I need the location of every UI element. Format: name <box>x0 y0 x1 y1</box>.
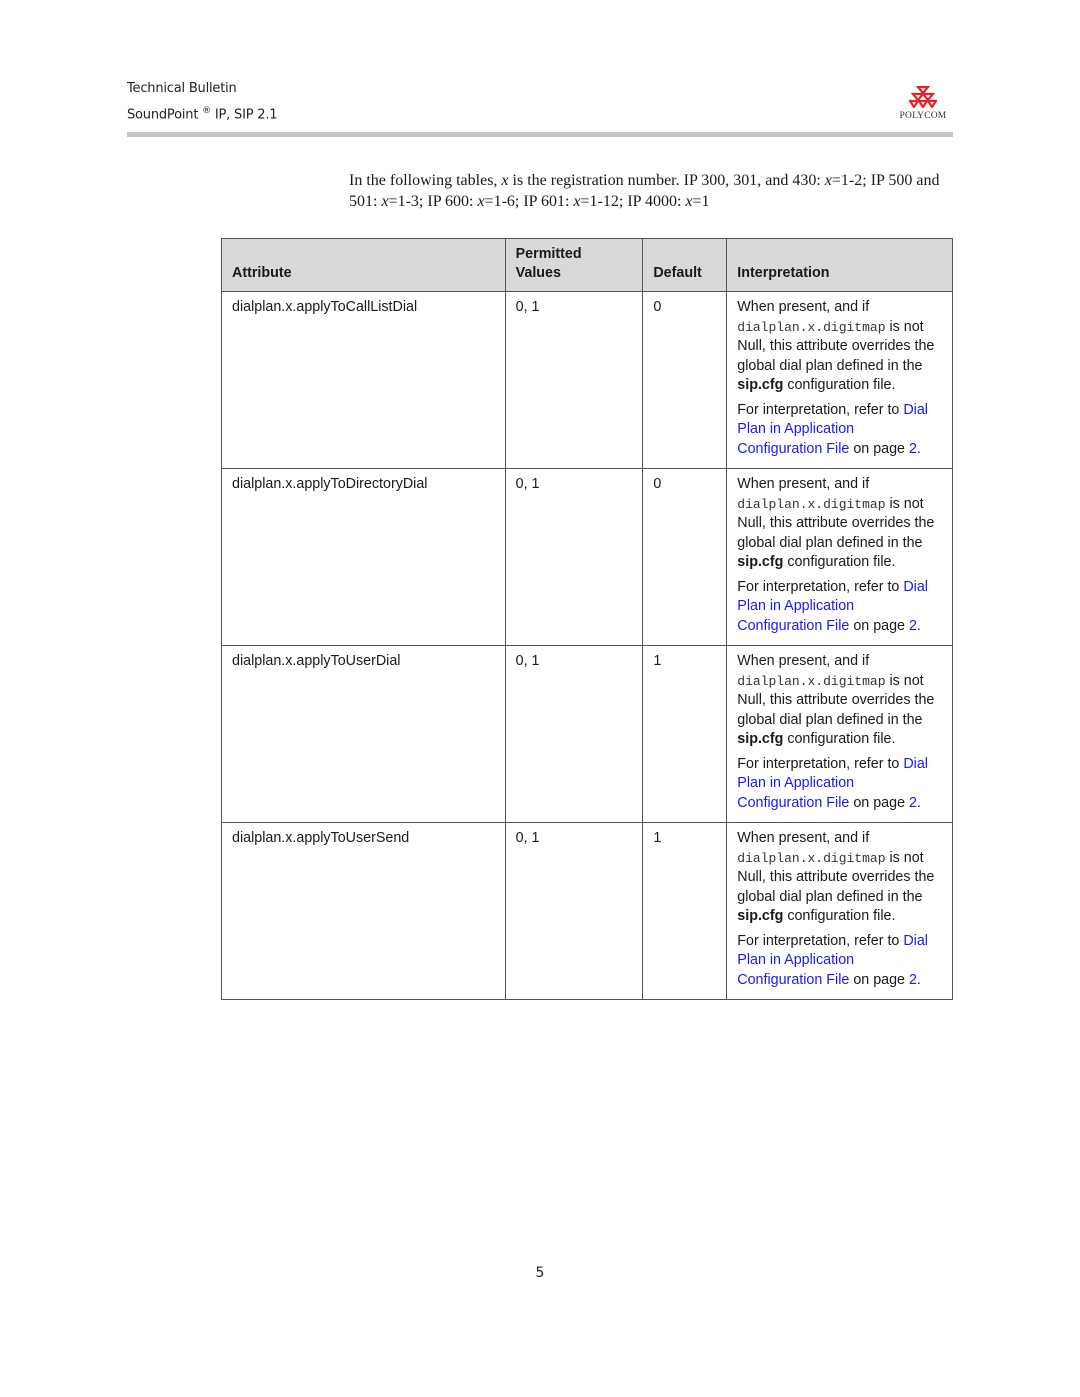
default-value: 1 <box>642 822 728 1000</box>
dialplan-attributes-table: Attribute Permitted Values Default Interp… <box>221 238 953 1000</box>
interpretation: When present, and if dialplan.x.digitmap… <box>726 822 953 1000</box>
interpretation-reference: For interpretation, refer to Dial Plan i… <box>737 578 928 634</box>
interpretation-reference: For interpretation, refer to Dial Plan i… <box>737 401 928 457</box>
table-row: dialplan.x.applyToCallListDial 0, 1 0 Wh… <box>221 291 953 469</box>
attribute-name: dialplan.x.applyToUserDial <box>221 645 506 823</box>
interpretation-reference: For interpretation, refer to Dial Plan i… <box>737 755 928 811</box>
interpretation-reference: For interpretation, refer to Dial Plan i… <box>737 932 928 988</box>
attribute-name: dialplan.x.applyToDirectoryDial <box>221 468 506 646</box>
interpretation-text: When present, and if dialplan.x.digitmap… <box>737 653 935 747</box>
product-line: SoundPoint ® IP, SIP 2.1 <box>127 106 278 123</box>
page-link[interactable]: 2 <box>909 795 917 811</box>
page-number: 5 <box>535 1265 545 1281</box>
page-link[interactable]: 2 <box>909 972 917 988</box>
default-value: 0 <box>642 291 728 469</box>
logo-text: POLYCOM <box>899 111 947 121</box>
table-row: dialplan.x.applyToUserSend 0, 1 1 When p… <box>221 822 953 1000</box>
bulletin-title: Technical Bulletin <box>127 81 237 96</box>
header-permitted-values: Permitted Values <box>504 238 644 292</box>
interpretation-text: When present, and if dialplan.x.digitmap… <box>737 476 935 570</box>
code-digitmap: dialplan.x.digitmap <box>737 496 886 512</box>
polycom-logo: POLYCOM <box>893 86 953 121</box>
attribute-name: dialplan.x.applyToUserSend <box>221 822 506 1000</box>
permitted-values: 0, 1 <box>504 468 644 646</box>
header-interpretation: Interpretation <box>726 238 953 292</box>
page-link[interactable]: 2 <box>909 618 917 634</box>
interpretation: When present, and if dialplan.x.digitmap… <box>726 645 953 823</box>
code-digitmap: dialplan.x.digitmap <box>737 850 886 866</box>
default-value: 1 <box>642 645 728 823</box>
default-value: 0 <box>642 468 728 646</box>
table-row: dialplan.x.applyToDirectoryDial 0, 1 0 W… <box>221 468 953 646</box>
attribute-name: dialplan.x.applyToCallListDial <box>221 291 506 469</box>
code-digitmap: dialplan.x.digitmap <box>737 319 886 335</box>
config-filename: sip.cfg <box>737 377 784 393</box>
code-digitmap: dialplan.x.digitmap <box>737 673 886 689</box>
running-header: Technical Bulletin SoundPoint ® IP, SIP … <box>127 78 278 126</box>
table-header-row: Attribute Permitted Values Default Interp… <box>221 238 953 292</box>
interpretation: When present, and if dialplan.x.digitmap… <box>726 291 953 469</box>
config-filename: sip.cfg <box>737 554 784 570</box>
table-row: dialplan.x.applyToUserDial 0, 1 1 When p… <box>221 645 953 823</box>
header-rule <box>127 132 953 137</box>
config-filename: sip.cfg <box>737 731 784 747</box>
header-default: Default <box>642 238 728 292</box>
permitted-values: 0, 1 <box>504 645 644 823</box>
interpretation: When present, and if dialplan.x.digitmap… <box>726 468 953 646</box>
interpretation-text: When present, and if dialplan.x.digitmap… <box>737 299 935 393</box>
intro-paragraph: In the following tables, x is the regist… <box>349 172 940 210</box>
config-filename: sip.cfg <box>737 908 784 924</box>
permitted-values: 0, 1 <box>504 291 644 469</box>
permitted-values: 0, 1 <box>504 822 644 1000</box>
page-link[interactable]: 2 <box>909 441 917 457</box>
polycom-triangles-icon <box>909 86 937 108</box>
interpretation-text: When present, and if dialplan.x.digitmap… <box>737 830 935 924</box>
header-attribute: Attribute <box>221 238 506 292</box>
